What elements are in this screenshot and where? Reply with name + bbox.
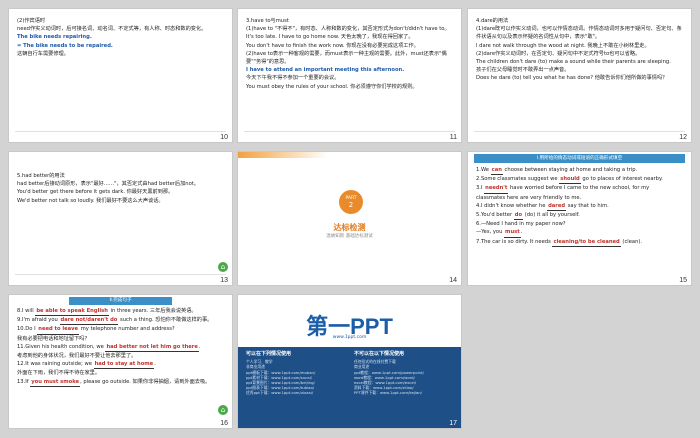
divider	[474, 131, 685, 132]
answer-blank: do	[513, 211, 524, 221]
answer-blank: should	[559, 175, 581, 185]
exercise-line: 6.—Need I hand in my paper now?	[476, 221, 566, 228]
page-number: 14	[449, 277, 457, 284]
exercise-line: 4.I didn't know whether he dared say tha…	[476, 202, 685, 212]
home-icon[interactable]: ⌂	[218, 262, 228, 272]
home-icon[interactable]: ⌂	[218, 405, 228, 415]
part-badge: PART 2	[339, 190, 363, 214]
answer-blank: must	[504, 228, 521, 238]
allowed-column: 可以在下列情况使用 个人学习、教学 非商业用途 ppt模板下载：www.1ppt.c…	[246, 351, 346, 396]
page-number: 10	[220, 134, 228, 141]
exercise-line: 1.We can choose between staying at home …	[476, 166, 685, 176]
answer-blank: cleaning/to be cleaned	[552, 238, 621, 247]
exercise-line: 11.Given his health condition, we had be…	[17, 343, 226, 353]
answer-blank: be able to speak English	[35, 307, 109, 317]
slide-15-body: 1.We can choose between staying at home …	[476, 166, 685, 247]
slide-10-body: (2)作宾语时 need作实义动词时，后可接名词、动名词、不定式等，有人称、时态…	[17, 17, 226, 58]
decorative-band	[238, 152, 461, 158]
answer-blank: needn't	[484, 184, 509, 194]
answer-blank: dared	[547, 202, 567, 212]
slide-12[interactable]: 4.dare的用法 (1)dare既可以作实义动词，也可以作情态动词。作情态动词…	[467, 8, 692, 143]
slide-11[interactable]: 3.have to与must (1)have to "不得不"，有时态、人称和数…	[237, 8, 462, 143]
slide-15[interactable]: Ⅰ.用所给的情态动词或短语的正确形式填空 1.We can choose bet…	[467, 151, 692, 286]
divider	[244, 131, 455, 132]
section-subtitle: 温故知新 基础达标测试	[326, 234, 373, 239]
page-number: 11	[449, 134, 457, 141]
page-number: 15	[679, 277, 687, 284]
forbidden-column: 不可以在以下情况使用 任何形式的在线付费下载 商业用途 ppt教程：www.1ppt…	[354, 351, 454, 396]
slide-heading: 3.have to与must	[246, 18, 289, 24]
answer-blank: dare not/daren't do	[59, 316, 119, 326]
usage-line: PPT课件下载：www.1ppt.com/kejian/	[354, 390, 422, 396]
exercise-line: 考虑到他的身体状况，我们最好不要让他去那里了。	[17, 353, 137, 360]
divider	[15, 131, 226, 132]
slide-heading: 5.had better的用法	[17, 173, 65, 179]
slide-16[interactable]: Ⅱ.完成句子 8.I will be able to speak English…	[8, 294, 233, 429]
slide-12-body: 4.dare的用法 (1)dare既可以作实义动词，也可以作情态动词。作情态动词…	[476, 17, 685, 83]
exercise-banner: Ⅱ.完成句子	[69, 297, 172, 305]
exercise-line: 外面在下雨，我们不得不待在家里。	[17, 370, 101, 377]
exercise-line: 8.I will be able to speak English in thr…	[17, 307, 226, 317]
exercise-banner: Ⅰ.用所给的情态动词或短语的正确形式填空	[474, 154, 685, 163]
slide-heading: (2)作宾语时	[17, 18, 46, 24]
exercise-line: 3.I needn't have worried before I came t…	[476, 184, 685, 194]
usage-panel: 可以在下列情况使用 个人学习、教学 非商业用途 ppt模板下载：www.1ppt.c…	[238, 347, 461, 428]
page-number: 17	[449, 420, 457, 427]
page-number: 13	[220, 277, 228, 284]
slide-13[interactable]: 5.had better的用法 had better后接动词原形，表示"最好………	[8, 151, 233, 286]
section-title: 达标检测	[333, 223, 366, 232]
exercise-line: 9.I'm afraid you dare not/daren't do suc…	[17, 316, 226, 326]
answer-blank: had better not let him go there	[105, 343, 199, 353]
answer-blank: had to stay at home	[93, 360, 155, 370]
answer-blank: need to leave	[37, 325, 80, 335]
divider	[15, 274, 226, 275]
usage-line: 优秀ppt下载：www.1ppt.com/xiazai/	[246, 390, 314, 396]
exercise-line: 2.Some classmates suggest we should go t…	[476, 175, 685, 185]
exercise-line: 5.You'd better do (do) it all by yoursel…	[476, 211, 685, 221]
exercise-line: classmates here are very friendly to me.	[476, 194, 582, 201]
example-sentence: = The bike needs to be repaired.	[17, 42, 113, 49]
slide-heading: 4.dare的用法	[476, 18, 509, 24]
slide-10[interactable]: (2)作宾语时 need作实义动词时，后可接名词、动名词、不定式等，有人称、时态…	[8, 8, 233, 143]
answer-blank: can	[490, 166, 503, 176]
slide-16-body: 8.I will be able to speak English in thr…	[17, 307, 226, 387]
answer-blank: you must smoke	[30, 378, 81, 387]
exercise-line: 我有必要把电话和地址留下吗？	[17, 335, 90, 342]
site-url[interactable]: www.1ppt.com	[238, 335, 461, 340]
exercise-line: 13.If you must smoke, please go outside.…	[17, 378, 226, 387]
exercise-line: 10.Do I need to leave my telephone numbe…	[17, 325, 226, 335]
slide-17[interactable]: 第一PPT www.1ppt.com 可以在下列情况使用 个人学习、教学 非商业用…	[237, 294, 462, 429]
example-sentence: The bike needs repairing.	[17, 34, 92, 41]
page-number: 12	[679, 134, 687, 141]
page-number: 16	[220, 420, 228, 427]
slide-11-body: 3.have to与must (1)have to "不得不"，有时态、人称和数…	[246, 17, 455, 91]
exercise-line: 12.It was raining outside; we had to sta…	[17, 360, 226, 370]
exercise-line: —Yes, you must.	[476, 228, 685, 238]
slide-14[interactable]: PART 2 达标检测 温故知新 基础达标测试 14	[237, 151, 462, 286]
slide-13-body: 5.had better的用法 had better后接动词原形，表示"最好………	[17, 172, 226, 205]
exercise-line: 7.The car is so dirty. It needs cleaning…	[476, 238, 685, 247]
